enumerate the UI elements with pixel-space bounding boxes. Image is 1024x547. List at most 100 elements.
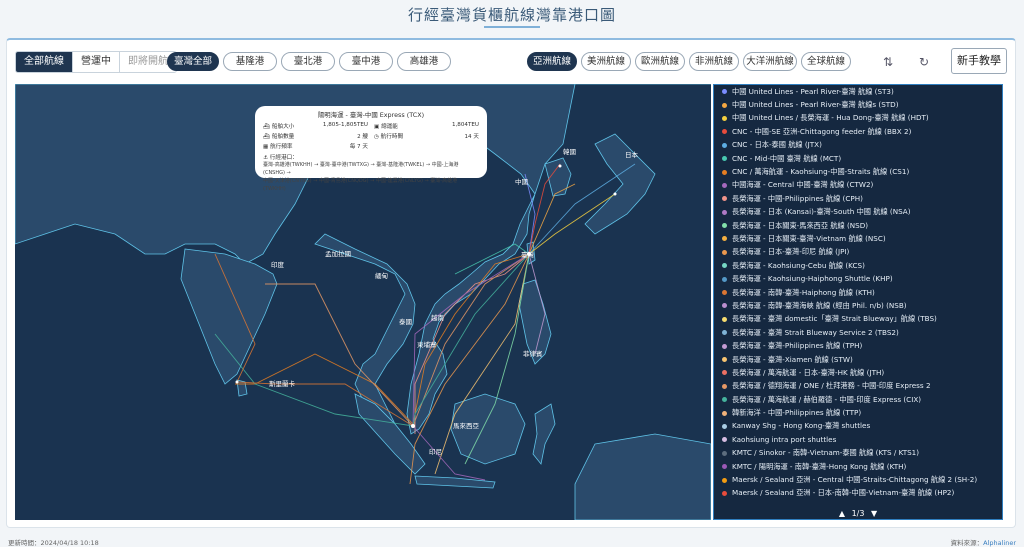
legend-item[interactable]: 中國 United Lines - Pearl River-臺灣 航線 (ST3… [714,85,1002,98]
legend-item-label: KMTC / 陽明海運 - 南韓-臺灣-Hong Kong 航線 (KTH) [732,461,907,471]
legend-item-label: 長榮海運 - 南韓-臺灣-Haiphong 航線 (KTH) [732,287,875,297]
legend-dot-icon [722,437,727,443]
legend-pager: ▲ 1/3 ▼ [714,509,1002,518]
legend-item[interactable]: 長榮海運 - 南韓-臺灣-Haiphong 航線 (KTH) [714,286,1002,299]
legend-dot-icon [722,397,727,403]
legend-item[interactable]: 長榮海運 - 日本 (Kansai)-臺灣-South 中國 航線 (NSA) [714,206,1002,219]
legend-item[interactable]: 長榮海運 - Kaohsiung-Cebu 航線 (KCS) [714,259,1002,272]
port-keelung[interactable]: 基隆港 [223,52,277,71]
legend-item-label: 長榮海運 / 萬海航運 / 赫伯羅德 - 中國-印度 Express (CIX) [732,394,922,404]
clock-icon: ◷ 航行時間 [374,134,404,140]
legend-item[interactable]: 韓新海洋 - 中國-Philippines 航線 (TTP) [714,406,1002,419]
legend-dot-icon [722,276,727,282]
port-kaohsiung[interactable]: 高雄港 [397,52,451,71]
legend-item-label: 長榮海運 / 德翔海運 / ONE / 杜拜港務 - 中國-印度 Express… [732,381,931,391]
route-map[interactable]: 韓國 日本 中國 臺灣 印度 孟加拉國 緬甸 泰國 柬埔寨 越南 菲律賓 斯里蘭… [15,84,711,520]
legend-item-label: CNC - 日本-泰國 航線 (JTX) [732,140,822,150]
legend-item[interactable]: 中國海運 - Central 中國-臺灣 航線 (CTW2) [714,179,1002,192]
region-oceania[interactable]: 大洋洲航線 [743,52,797,71]
legend-dot-icon [722,156,727,162]
legend-item[interactable]: 長榮海運 - 臺灣 domestic「臺灣 Strait Blueway」航線 … [714,313,1002,326]
ports-line-1: 臺灣-高雄港(TWKHH) → 臺灣-臺中港(TWTXG) → 臺灣-基隆港(T… [263,162,459,176]
port-all-taiwan[interactable]: 臺灣全部 [167,52,219,71]
legend-item[interactable]: 長榮海運 / 德翔海運 / ONE / 杜拜港務 - 中國-印度 Express… [714,380,1002,393]
filter-all-routes[interactable]: 全部航線 [16,52,73,72]
port-taichung[interactable]: 臺中港 [339,52,393,71]
sort-arrows-icon[interactable]: ⇅ [877,52,899,72]
legend-item[interactable]: CNC - 中國-SE 亞洲-Chittagong feeder 航線 (BBX… [714,125,1002,138]
calendar-icon: ▦ 航行頻率 [263,144,293,150]
legend-list: 中國 United Lines - Pearl River-臺灣 航線 (ST3… [714,85,1002,500]
legend-item[interactable]: 長榮海運 - 臺灣-Philippines 航線 (TPH) [714,339,1002,352]
port-taipei[interactable]: 臺北港 [281,52,335,71]
field-frequency: ▦ 航行頻率 每 7 天 [263,144,368,150]
source-link[interactable]: Alphaliner [983,539,1016,547]
legend-item-label: 長榮海運 - 日本關東-馬來西亞 航線 (NSD) [732,220,869,230]
field-sail-time: ◷ 航行時間 14 天 [374,134,479,140]
legend-item-label: 長榮海運 - 臺灣 Strait Blueway Service 2 (TBS2… [732,327,899,337]
field-ship-count: ⛴ 船舶數量 2 艘 [263,134,368,140]
legend-dot-icon [722,169,727,175]
legend-item[interactable]: CNC / 萬海航運 - Kaohsiung-中國-Straits 航線 (CS… [714,165,1002,178]
legend-page: 1/3 [851,509,865,518]
legend-item-label: 中國海運 - Central 中國-臺灣 航線 (CTW2) [732,180,874,190]
legend-item[interactable]: 長榮海運 - 臺灣 Strait Blueway Service 2 (TBS2… [714,326,1002,339]
legend-item[interactable]: Kanway Shg - Hong Kong-臺灣 shuttles [714,420,1002,433]
legend-dot-icon [722,223,727,229]
ports-title: ⚓ 行經港口： [263,155,298,161]
legend-item-label: 長榮海運 - 日本關東-臺灣-Vietnam 航線 (NSC) [732,233,886,243]
legend-item[interactable]: 長榮海運 - 南韓-臺灣海峽 航線 (經由 Phil. n/b) (NSB) [714,299,1002,312]
field-ship-size: ⛴ 船舶大小 1,805-1,805TEU [263,122,368,130]
legend-item[interactable]: 長榮海運 - 日本-臺灣-印尼 航線 (JPI) [714,246,1002,259]
route-legend: 中國 United Lines - Pearl River-臺灣 航線 (ST3… [713,84,1003,520]
legend-item[interactable]: Maersk / Sealand 亞洲 - 日本-南韓-中國-Vietnam-臺… [714,487,1002,500]
legend-item-label: KMTC / Sinokor - 南韓-Vietnam-泰國 航線 (KTS /… [732,448,920,458]
legend-item[interactable]: 長榮海運 / 萬海航運 - 日本-臺灣-HK 航線 (JTH) [714,366,1002,379]
filter-operating[interactable]: 營運中 [73,52,120,72]
legend-item[interactable]: 長榮海運 - 日本關東-馬來西亞 航線 (NSD) [714,219,1002,232]
refresh-icon[interactable]: ↻ [913,52,935,72]
legend-item-label: 長榮海運 - 臺灣-Philippines 航線 (TPH) [732,341,863,351]
legend-item[interactable]: CNC - 日本-泰國 航線 (JTX) [714,139,1002,152]
region-global[interactable]: 全球航線 [801,52,851,71]
triangle-up-icon[interactable]: ▲ [839,509,845,518]
legend-item[interactable]: KMTC / 陽明海運 - 南韓-臺灣-Hong Kong 航線 (KTH) [714,460,1002,473]
legend-item-label: Kaohsiung intra port shuttles [732,435,837,445]
legend-dot-icon [722,383,727,389]
legend-item-label: CNC / 萬海航運 - Kaohsiung-中國-Straits 航線 (CS… [732,167,910,177]
legend-item[interactable]: 長榮海運 - 臺灣-Xiamen 航線 (STW) [714,353,1002,366]
route-type-segment: 全部航線 營運中 即將開航 [15,51,177,73]
label-myanmar: 緬甸 [375,272,388,280]
label-japan: 日本 [625,151,638,159]
legend-item[interactable]: 中國 United Lines - Pearl River-臺灣 航線s (ST… [714,98,1002,111]
region-asia[interactable]: 亞洲航線 [527,52,577,71]
label-vietnam: 越南 [431,314,444,322]
legend-item[interactable]: KMTC / Sinokor - 南韓-Vietnam-泰國 航線 (KTS /… [714,447,1002,460]
label-srilanka: 斯里蘭卡 [269,380,295,388]
legend-dot-icon [722,370,727,376]
region-africa[interactable]: 非洲航線 [689,52,739,71]
legend-dot-icon [722,182,727,188]
label-china: 中國 [515,178,528,186]
triangle-down-icon[interactable]: ▼ [871,509,877,518]
legend-item[interactable]: 長榮海運 / 萬海航運 / 赫伯羅德 - 中國-印度 Express (CIX) [714,393,1002,406]
region-america[interactable]: 美洲航線 [581,52,631,71]
legend-dot-icon [722,115,727,121]
region-europe[interactable]: 歐洲航線 [635,52,685,71]
legend-item[interactable]: CNC - Mid-中國 臺灣 航線 (MCT) [714,152,1002,165]
legend-item[interactable]: 中國 United Lines / 長榮海運 - Hua Dong-臺灣 航線 … [714,112,1002,125]
legend-item[interactable]: Maersk / Sealand 亞洲 - Central 中國-Straits… [714,473,1002,486]
label-bangladesh: 孟加拉國 [325,250,351,258]
main-card: 全部航線 營運中 即將開航 臺灣全部 基隆港 臺北港 臺中港 高雄港 亞洲航線 … [6,38,1016,528]
legend-item[interactable]: 長榮海運 - Kaohsiung-Haiphong Shuttle (KHP) [714,272,1002,285]
legend-item[interactable]: 長榮海運 - 中國-Philippines 航線 (CPH) [714,192,1002,205]
legend-dot-icon [722,236,727,242]
ship-icon: ⛴ 船舶大小 [263,124,295,130]
tutorial-button[interactable]: 新手教學 [951,48,1007,74]
legend-item[interactable]: Kaohsiung intra port shuttles [714,433,1002,446]
label-korea: 韓國 [563,148,576,156]
legend-item[interactable]: 長榮海運 - 日本關東-臺灣-Vietnam 航線 (NSC) [714,232,1002,245]
legend-dot-icon [722,142,727,148]
legend-item-label: 中國 United Lines / 長榮海運 - Hua Dong-臺灣 航線 … [732,113,929,123]
legend-item-label: 長榮海運 - 南韓-臺灣海峽 航線 (經由 Phil. n/b) (NSB) [732,300,907,310]
